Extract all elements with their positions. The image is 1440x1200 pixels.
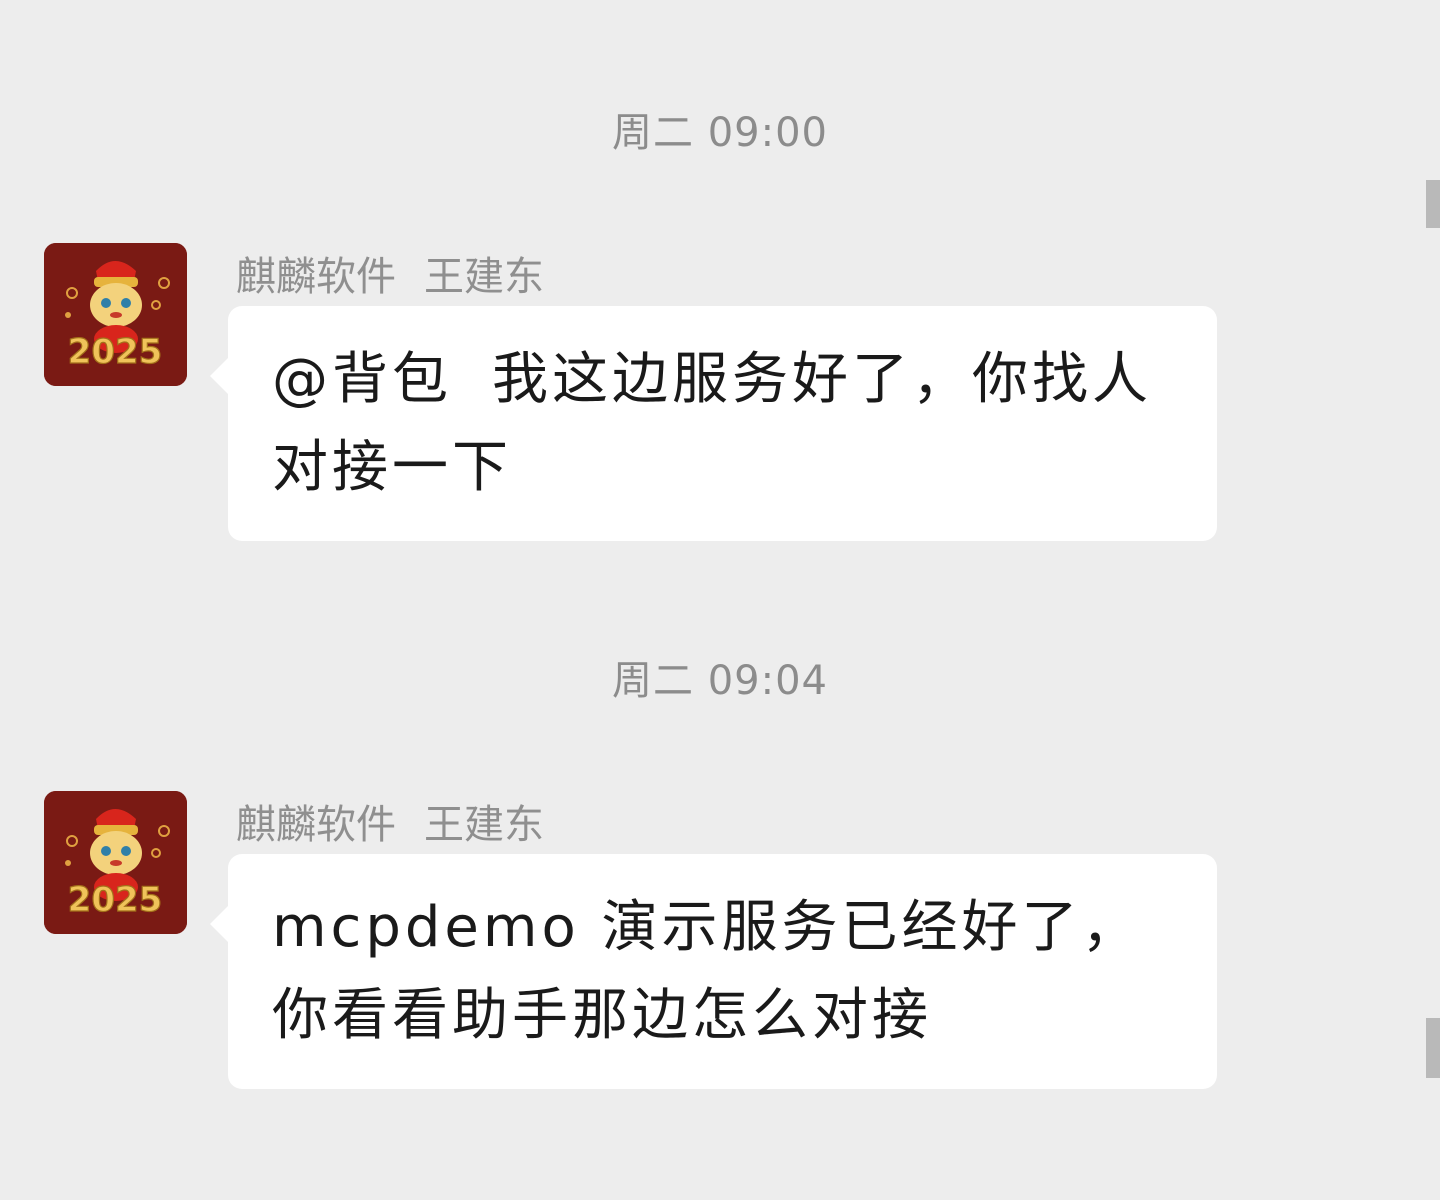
sender-org: 麒麟软件	[236, 254, 396, 300]
avatar-year-text: 2025	[68, 332, 163, 372]
sender-org: 麒麟软件	[236, 802, 396, 848]
timestamp: 周二 09:00	[612, 110, 828, 156]
chat-window: 周二 09:00 2025 麒麟软件 王建东 @背包 我这边服务好了，你找人对接一下…	[0, 0, 1440, 1200]
timestamp: 周二 09:04	[612, 658, 828, 704]
sender-label: 麒麟软件 王建东	[236, 244, 544, 302]
sender-avatar[interactable]: 2025	[44, 243, 187, 386]
message-bubble[interactable]: mcpdemo 演示服务已经好了，你看看助手那边怎么对接	[210, 854, 1217, 1089]
avatar-year-text: 2025	[68, 880, 163, 920]
message-body: mcpdemo 演示服务已经好了，你看看助手那边怎么对接	[272, 895, 1142, 1048]
sender-avatar[interactable]: 2025	[44, 791, 187, 934]
sender-name: 王建东	[424, 802, 544, 848]
sender-name: 王建东	[424, 254, 544, 300]
scrollbar-indicator[interactable]	[1426, 180, 1440, 228]
new-year-2025-avatar-icon: 2025	[44, 243, 187, 386]
message-bubble[interactable]: @背包 我这边服务好了，你找人对接一下	[210, 306, 1217, 541]
message-text: @背包 我这边服务好了，你找人对接一下	[272, 336, 1177, 512]
sender-label: 麒麟软件 王建东	[236, 792, 544, 850]
new-year-2025-avatar-icon: 2025	[44, 791, 187, 934]
scrollbar-indicator[interactable]	[1426, 1018, 1440, 1078]
mention-tag[interactable]: @背包	[272, 347, 452, 412]
message-text: mcpdemo 演示服务已经好了，你看看助手那边怎么对接	[272, 884, 1177, 1060]
